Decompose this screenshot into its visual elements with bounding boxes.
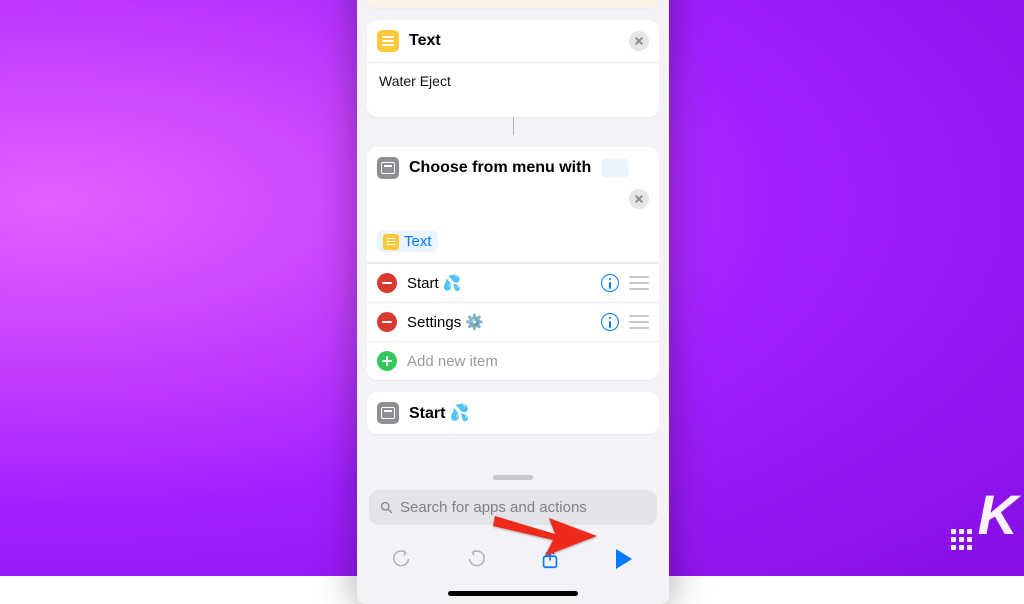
token-label: Text <box>404 233 432 250</box>
menu-item-label[interactable]: Settings ⚙️ <box>407 313 591 331</box>
add-item-button[interactable] <box>377 351 397 371</box>
remove-text-action-button[interactable] <box>629 31 649 51</box>
redo-button[interactable] <box>458 548 494 570</box>
remove-item-button[interactable] <box>377 273 397 293</box>
text-action-title: Text <box>409 32 441 50</box>
run-button[interactable] <box>606 549 642 569</box>
menu-item-row[interactable]: Start 💦 <box>367 263 659 302</box>
choose-from-menu-title: Choose from menu with <box>409 159 591 177</box>
share-icon <box>539 548 561 570</box>
undo-icon <box>391 548 413 570</box>
editor-toolbar <box>357 531 669 579</box>
text-icon <box>383 234 399 250</box>
redo-icon <box>465 548 487 570</box>
text-action-card[interactable]: Text Water Eject <box>367 20 659 117</box>
choose-from-menu-header: Choose from menu with Text <box>367 147 659 263</box>
choose-from-menu-card[interactable]: Choose from menu with Text Start 💦 Setti… <box>367 147 659 380</box>
menu-icon <box>377 157 399 179</box>
case-header: Start 💦 <box>367 392 659 434</box>
search-icon <box>379 500 394 515</box>
drag-handle-icon[interactable] <box>629 315 649 329</box>
phone-frame: RoutineHub.co Editon. Text Water Eject C… <box>357 0 669 604</box>
text-icon <box>377 30 399 52</box>
remove-menu-action-button[interactable] <box>629 189 649 209</box>
menu-prompt-token[interactable] <box>601 159 629 177</box>
watermark-dots-icon <box>951 529 972 550</box>
watermark: K <box>951 482 1016 568</box>
menu-case-start-card[interactable]: Start 💦 <box>367 392 659 434</box>
comment-action-card[interactable]: RoutineHub.co Editon. <box>367 0 659 8</box>
action-search-field[interactable]: Search for apps and actions <box>369 490 657 525</box>
undo-button[interactable] <box>384 548 420 570</box>
add-item-placeholder: Add new item <box>407 353 649 370</box>
watermark-letter: K <box>978 482 1016 547</box>
info-icon[interactable] <box>601 274 619 292</box>
share-button[interactable] <box>532 548 568 570</box>
drag-handle-icon[interactable] <box>629 276 649 290</box>
menu-icon <box>377 402 399 424</box>
shortcut-editor-scroll[interactable]: RoutineHub.co Editon. Text Water Eject C… <box>357 0 669 467</box>
sheet-grabber[interactable] <box>493 475 533 480</box>
menu-item-label[interactable]: Start 💦 <box>407 274 591 292</box>
text-action-header: Text <box>367 20 659 63</box>
case-label: Start 💦 <box>409 403 470 423</box>
bottom-panel: Search for apps and actions <box>357 467 669 604</box>
remove-item-button[interactable] <box>377 312 397 332</box>
menu-source-token[interactable]: Text <box>377 231 438 252</box>
flow-connector <box>513 117 514 135</box>
add-menu-item-row[interactable]: Add new item <box>367 341 659 380</box>
menu-item-row[interactable]: Settings ⚙️ <box>367 302 659 341</box>
info-icon[interactable] <box>601 313 619 331</box>
play-icon <box>616 549 632 569</box>
text-action-body[interactable]: Water Eject <box>367 63 659 117</box>
search-placeholder: Search for apps and actions <box>400 499 587 516</box>
home-indicator[interactable] <box>448 591 578 596</box>
